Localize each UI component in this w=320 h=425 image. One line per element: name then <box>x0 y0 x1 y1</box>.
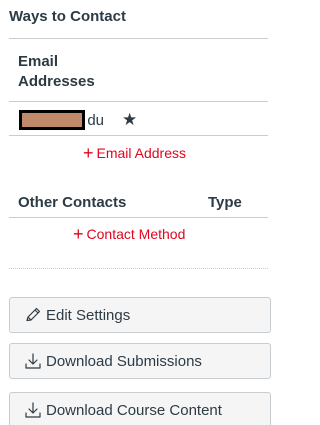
email-address-row: l du ★ <box>18 108 137 132</box>
redacted-email <box>19 110 86 130</box>
star-icon[interactable]: ★ <box>122 110 137 130</box>
other-contacts-header: Other Contacts <box>18 194 127 211</box>
plus-icon: + <box>83 143 94 163</box>
divider <box>9 38 268 39</box>
divider <box>9 135 268 136</box>
download-submissions-label: Download Submissions <box>46 352 202 370</box>
add-email-label: Email Address <box>96 145 186 161</box>
add-contact-label: Contact Method <box>86 226 186 242</box>
download-icon <box>24 401 42 419</box>
divider <box>9 101 268 102</box>
add-email-address-link[interactable]: + Email Address <box>83 144 186 162</box>
dotted-divider <box>9 268 268 269</box>
email-suffix: du <box>87 111 105 129</box>
edit-settings-label: Edit Settings <box>46 306 131 324</box>
download-course-content-label: Download Course Content <box>46 401 222 419</box>
add-contact-method-link[interactable]: + Contact Method <box>73 225 185 243</box>
download-submissions-button[interactable]: Download Submissions <box>9 343 271 379</box>
email-addresses-header: Email Addresses <box>18 53 95 90</box>
download-course-content-button[interactable]: Download Course Content <box>9 392 271 425</box>
plus-icon: + <box>73 224 84 244</box>
pencil-icon <box>24 306 42 324</box>
edit-settings-button[interactable]: Edit Settings <box>9 297 271 333</box>
type-header: Type <box>208 194 242 211</box>
download-icon <box>24 352 42 370</box>
divider <box>9 217 268 218</box>
section-title: Ways to Contact <box>9 8 126 25</box>
